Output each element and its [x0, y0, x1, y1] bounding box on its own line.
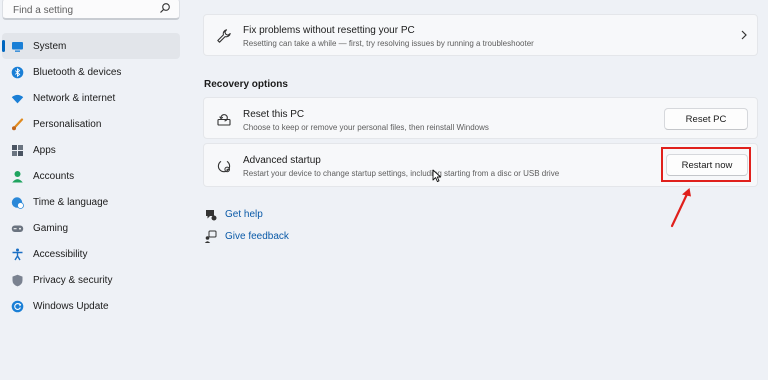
give-feedback-label[interactable]: Give feedback	[225, 231, 289, 242]
system-icon	[11, 40, 24, 53]
sidebar-item-accessibility[interactable]: Accessibility	[2, 241, 180, 267]
search-icon[interactable]	[159, 2, 171, 14]
sidebar-item-label: Apps	[33, 144, 56, 156]
sidebar-item-label: Time & language	[33, 196, 109, 208]
fix-problems-subtitle: Resetting can take a while — first, try …	[243, 39, 534, 48]
sidebar-item-apps[interactable]: Apps	[2, 137, 180, 163]
update-icon	[11, 300, 24, 313]
reset-pc-title: Reset this PC	[243, 109, 305, 120]
get-help-link[interactable]: Get help	[204, 208, 263, 221]
reset-pc-subtitle: Choose to keep or remove your personal f…	[243, 123, 489, 132]
reset-pc-button[interactable]: Reset PC	[664, 108, 748, 130]
person-icon	[11, 170, 24, 183]
annotation-arrow-icon	[670, 188, 691, 228]
sidebar-item-label: Privacy & security	[33, 274, 113, 286]
sidebar-item-system[interactable]: System	[2, 33, 180, 59]
sidebar-item-bluetooth[interactable]: Bluetooth & devices	[2, 59, 180, 85]
sidebar-item-label: Windows Update	[33, 300, 109, 312]
wifi-icon	[11, 92, 24, 105]
sidebar-item-label: Accessibility	[33, 248, 88, 260]
section-title: Recovery options	[204, 79, 288, 90]
sidebar: System Bluetooth & devices Network & int…	[0, 0, 190, 380]
reset-pc-icon	[217, 114, 231, 126]
search-input[interactable]	[11, 1, 155, 19]
sidebar-item-label: Network & internet	[33, 92, 116, 104]
gamepad-icon	[11, 222, 24, 235]
wrench-icon	[217, 29, 231, 43]
feedback-icon	[204, 230, 217, 243]
sidebar-item-personalisation[interactable]: Personalisation	[2, 111, 180, 137]
sidebar-item-label: Accounts	[33, 170, 75, 182]
shield-icon	[11, 274, 24, 287]
advanced-startup-subtitle: Restart your device to change startup se…	[243, 169, 560, 178]
sidebar-item-network[interactable]: Network & internet	[2, 85, 180, 111]
sidebar-item-label: Gaming	[33, 222, 69, 234]
fix-problems-card[interactable]: Fix problems without resetting your PC R…	[203, 14, 758, 56]
highlight-box	[661, 147, 751, 182]
cursor-icon	[432, 169, 442, 183]
advanced-startup-title: Advanced startup	[243, 155, 321, 166]
sidebar-item-label: Bluetooth & devices	[33, 66, 122, 78]
reset-pc-card: Reset this PC Choose to keep or remove y…	[203, 97, 758, 139]
sidebar-item-accounts[interactable]: Accounts	[2, 163, 180, 189]
help-icon	[206, 210, 217, 221]
advanced-startup-icon	[217, 160, 231, 173]
sidebar-item-gaming[interactable]: Gaming	[2, 215, 180, 241]
bluetooth-icon	[11, 66, 24, 79]
sidebar-item-label: Personalisation	[33, 118, 102, 130]
sidebar-item-windows-update[interactable]: Windows Update	[2, 293, 180, 319]
sidebar-item-privacy-security[interactable]: Privacy & security	[2, 267, 180, 293]
apps-icon	[11, 144, 24, 157]
sidebar-item-time-language[interactable]: Time & language	[2, 189, 180, 215]
accessibility-icon	[11, 248, 24, 261]
fix-problems-title: Fix problems without resetting your PC	[243, 25, 415, 36]
sidebar-nav: System Bluetooth & devices Network & int…	[0, 33, 190, 319]
chevron-right-icon	[741, 30, 747, 40]
give-feedback-link[interactable]: Give feedback	[204, 230, 289, 243]
sidebar-item-label: System	[33, 40, 67, 52]
search-box[interactable]	[2, 0, 180, 20]
get-help-label[interactable]: Get help	[225, 209, 263, 220]
brush-icon	[11, 117, 24, 131]
globe-clock-icon	[11, 196, 24, 209]
